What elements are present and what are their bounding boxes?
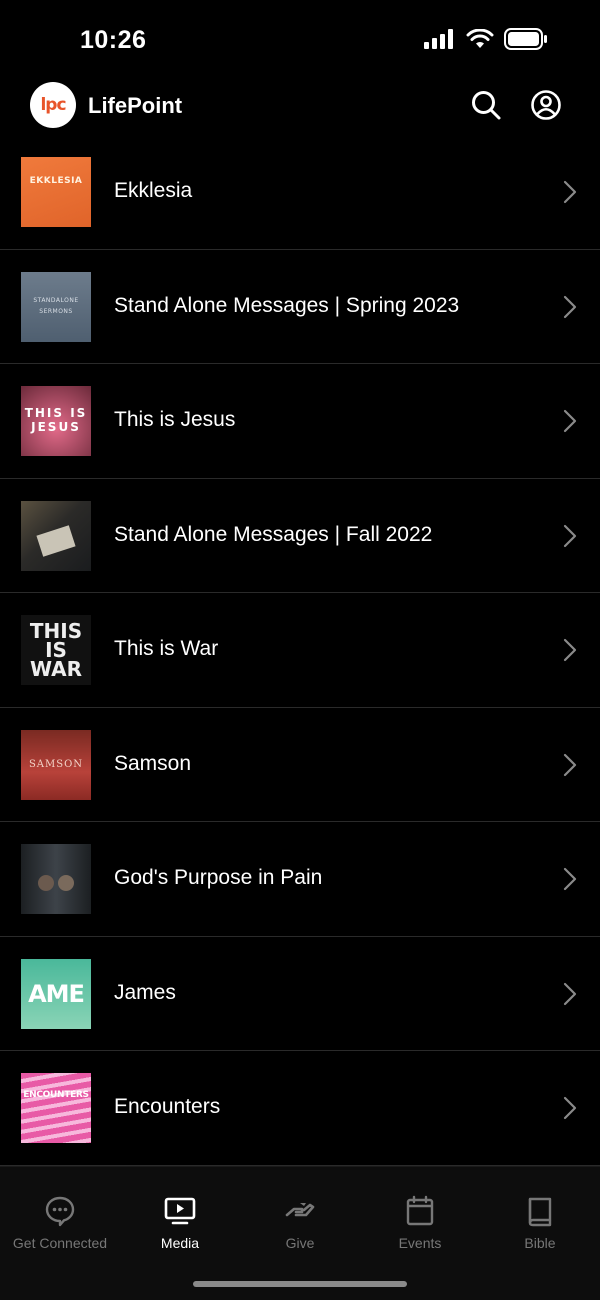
series-thumbnail: THIS IS WAR [21, 615, 91, 685]
account-icon[interactable] [530, 89, 562, 121]
app-title: LifePoint [88, 93, 183, 118]
tab-bar: Get Connected Media Give Events Bible [0, 1166, 600, 1300]
list-item-title: James [114, 980, 176, 1004]
chevron-right-icon [563, 409, 577, 433]
tab-label: Events [398, 1235, 442, 1251]
list-item[interactable]: THIS IS JESUS This is Jesus [0, 364, 600, 479]
people-image [38, 875, 74, 891]
list-item-title: This is Jesus [114, 408, 236, 431]
wifi-icon [466, 29, 494, 48]
thumbnail-text: ENCOUNTERS [23, 1089, 89, 1100]
list-item-title: God's Purpose in Pain [114, 866, 323, 889]
tab-label: Get Connected [12, 1235, 108, 1251]
tab-label: Bible [524, 1235, 556, 1251]
chevron-right-icon [563, 753, 577, 776]
chevron-right-icon [563, 524, 577, 547]
list-item[interactable]: THIS IS WAR This is War [0, 593, 600, 708]
search-icon[interactable] [470, 89, 502, 121]
chevron-right-icon [563, 295, 577, 318]
series-thumbnail: AME [21, 958, 91, 1029]
series-thumbnail [21, 500, 91, 571]
media-list: EKKLESIA Ekklesia STANDALONE SERMONS Sta… [0, 135, 600, 1166]
tab-events[interactable]: Events [360, 1167, 480, 1267]
series-thumbnail [21, 844, 91, 914]
tab-give[interactable]: Give [240, 1167, 360, 1267]
thumbnail-text: SAMSON [28, 758, 84, 770]
chevron-right-icon [563, 1096, 577, 1120]
thumbnail-text: STANDALONE SERMONS [33, 296, 79, 315]
list-item-title: Stand Alone Messages | Fall 2022 [114, 522, 433, 546]
tab-label: Give [285, 1235, 315, 1251]
home-indicator[interactable] [193, 1281, 407, 1287]
series-thumbnail: STANDALONE SERMONS [21, 271, 91, 342]
calendar-icon [406, 1195, 434, 1226]
list-item-title: Ekklesia [114, 179, 193, 202]
chevron-right-icon [563, 867, 577, 891]
status-time: 10:26 [80, 26, 147, 54]
signal-icon [424, 29, 453, 49]
series-thumbnail: EKKLESIA [21, 157, 91, 227]
list-item-title: This is War [114, 637, 219, 660]
logo-text: lpc [40, 95, 66, 115]
thumbnail-text: AME [28, 979, 85, 1008]
list-item[interactable]: EKKLESIA Ekklesia [0, 135, 600, 250]
tab-bible[interactable]: Bible [480, 1167, 600, 1267]
chevron-right-icon [563, 180, 577, 204]
status-icons [424, 28, 548, 50]
book-icon [528, 1197, 552, 1227]
series-thumbnail: ENCOUNTERS [21, 1073, 91, 1143]
list-item-title: Samson [114, 751, 192, 775]
list-item[interactable]: God's Purpose in Pain [0, 822, 600, 937]
list-item[interactable]: STANDALONE SERMONS Stand Alone Messages … [0, 250, 600, 364]
status-bar: 10:26 [0, 0, 600, 80]
list-item[interactable]: SAMSON Samson [0, 708, 600, 822]
give-hand-icon [285, 1203, 315, 1217]
tab-label: Media [160, 1235, 200, 1251]
chevron-right-icon [563, 638, 577, 662]
list-item-title: Encounters [114, 1095, 221, 1118]
series-thumbnail: THIS IS JESUS [21, 386, 91, 456]
list-item[interactable]: Stand Alone Messages | Fall 2022 [0, 479, 600, 593]
thumbnail-text: THIS IS JESUS [24, 406, 88, 434]
list-item-title: Stand Alone Messages | Spring 2023 [114, 293, 460, 317]
list-item[interactable]: AME James [0, 937, 600, 1051]
open-book-image [36, 524, 76, 557]
chat-bubble-icon [45, 1196, 75, 1227]
tab-media[interactable]: Media [120, 1167, 240, 1267]
battery-icon [504, 28, 547, 50]
thumbnail-text: THIS IS WAR [29, 618, 83, 681]
list-item[interactable]: ENCOUNTERS Encounters [0, 1051, 600, 1166]
chevron-right-icon [563, 982, 577, 1005]
tab-get-connected[interactable]: Get Connected [0, 1167, 120, 1267]
thumbnail-text: EKKLESIA [29, 175, 83, 186]
series-thumbnail: SAMSON [21, 729, 91, 800]
lifepoint-logo[interactable]: lpc [30, 82, 76, 128]
media-play-icon [164, 1197, 196, 1225]
